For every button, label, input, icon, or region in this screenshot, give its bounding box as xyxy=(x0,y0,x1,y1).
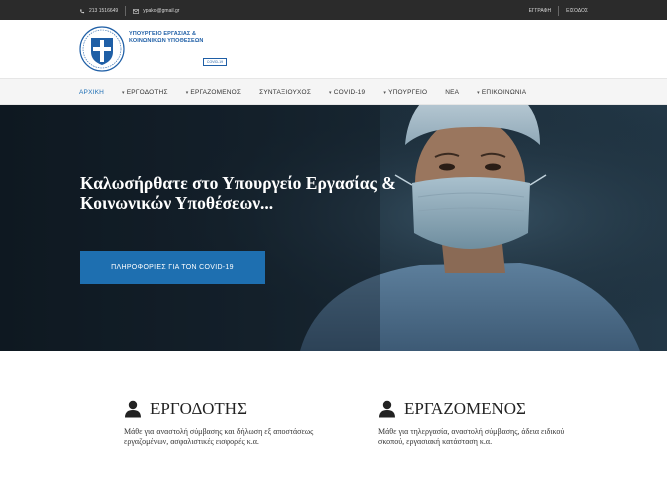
nav-item-covid[interactable]: ▾ COVID-19 xyxy=(329,89,365,96)
hero-title-line-1: Καλωσήρθατε στο Υπουργείο Εργασίας & xyxy=(80,173,396,193)
phone-icon xyxy=(80,8,85,13)
nav-item-home[interactable]: ΑΡΧΙΚΗ xyxy=(79,89,104,96)
nav-item-label: ΣΥΝΤΑΞΙΟΥΧΟΣ xyxy=(259,89,312,96)
dropdown-caret-icon: ▾ xyxy=(185,90,189,96)
nav-item-label: ΑΡΧΙΚΗ xyxy=(79,89,105,96)
feature-title[interactable]: ΕΡΓΑΖΟΜΕΝΟΣ xyxy=(378,399,588,419)
nav-item-label: ΝΕΑ xyxy=(445,89,460,96)
feature-description: Μάθε για αναστολή σύμβασης και δήλωση εξ… xyxy=(124,427,314,446)
main-navigation: ΑΡΧΙΚΗ ▾ ΕΡΓΟΔΟΤΗΣ ▾ ΕΡΓΑΖΟΜΕΝΟΣ ΣΥΝΤΑΞΙΟΥ… xyxy=(0,78,667,105)
nav-item-employee[interactable]: ▾ ΕΡΓΑΖΟΜΕΝΟΣ xyxy=(186,89,241,96)
greek-emblem-icon xyxy=(79,26,125,72)
feature-title-text: ΕΡΓΑΖΟΜΕΝΟΣ xyxy=(404,399,526,418)
user-icon xyxy=(379,400,395,418)
dropdown-caret-icon: ▾ xyxy=(122,90,125,96)
feature-title[interactable]: ΕΡΓΟΔΟΤΗΣ xyxy=(124,399,334,419)
divider xyxy=(558,6,560,16)
email-address[interactable]: ypako@gmail.gr xyxy=(143,8,179,14)
feature-employer[interactable]: ΕΡΓΟΔΟΤΗΣ Μάθε για αναστολή σύμβασης και… xyxy=(124,399,334,446)
login-link[interactable]: ΕΙΣΟΔΟΣ xyxy=(566,8,588,14)
nav-item-news[interactable]: ΝΕΑ xyxy=(445,89,459,96)
ministry-logo[interactable]: ΥΠΟΥΡΓΕΙΟ ΕΡΓΑΣΙΑΣ & ΚΟΙΝΩΝΙΚΩΝ ΥΠΟΘΕΣΕΩ… xyxy=(79,26,239,72)
dropdown-caret-icon: ▾ xyxy=(383,90,387,96)
envelope-icon xyxy=(133,8,140,14)
user-icon xyxy=(125,400,141,418)
nav-item-employer[interactable]: ▾ ΕΡΓΟΔΟΤΗΣ xyxy=(122,89,168,96)
hero-banner: Καλωσήρθατε στο Υπουργείο Εργασίας & Κοι… xyxy=(0,105,667,351)
nav-item-contact[interactable]: ▾ ΕΠΙΚΟΙΝΩΝΙΑ xyxy=(477,89,526,96)
top-bar: 213 1516649 ypako@gmail.gr ΕΓΓΡΑΦΗ ΕΙΣΟΔ… xyxy=(0,0,667,20)
dropdown-caret-icon: ▾ xyxy=(329,90,332,96)
email-contact[interactable]: ypako@gmail.gr xyxy=(133,8,179,14)
logo-line-1: ΥΠΟΥΡΓΕΙΟ ΕΡΓΑΣΙΑΣ & xyxy=(129,31,197,37)
feature-description: Μάθε για τηλεργασία, αναστολή σύμβασης, … xyxy=(378,427,565,446)
nav-item-label: COVID-19 xyxy=(333,89,366,96)
feature-employee[interactable]: ΕΡΓΑΖΟΜΕΝΟΣ Μάθε για τηλεργασία, αναστολ… xyxy=(378,399,588,446)
nav-item-label: ΕΡΓΟΔΟΤΗΣ xyxy=(126,89,168,96)
logo-tag: COVID-19 xyxy=(203,58,227,66)
hero-title-line-2: Κοινωνικών Υποθέσεων... xyxy=(80,193,274,213)
site-header: ΥΠΟΥΡΓΕΙΟ ΕΡΓΑΣΙΑΣ & ΚΟΙΝΩΝΙΚΩΝ ΥΠΟΘΕΣΕΩ… xyxy=(0,20,667,78)
features-section: ΕΡΓΟΔΟΤΗΣ Μάθε για αναστολή σύμβασης και… xyxy=(0,351,667,500)
covid-info-button[interactable]: ΠΛΗΡΟΦΟΡΙΕΣ ΓΙΑ ΤΟΝ COVID-19 xyxy=(80,251,265,284)
dropdown-caret-icon: ▾ xyxy=(477,90,480,96)
logo-line-2: ΚΟΙΝΩΝΙΚΩΝ ΥΠΟΘΕΣΕΩΝ xyxy=(129,38,204,44)
hero-nurse-image xyxy=(0,105,667,351)
phone-contact: 213 1516649 xyxy=(79,8,118,14)
register-link[interactable]: ΕΓΓΡΑΦΗ xyxy=(529,8,552,14)
account-links: ΕΓΓΡΑΦΗ ΕΙΣΟΔΟΣ xyxy=(529,6,588,16)
contact-info: 213 1516649 ypako@gmail.gr xyxy=(79,6,179,16)
divider xyxy=(125,6,127,16)
nav-item-pensioner[interactable]: ΣΥΝΤΑΞΙΟΥΧΟΣ xyxy=(259,89,311,96)
feature-title-text: ΕΡΓΟΔΟΤΗΣ xyxy=(150,399,247,418)
nav-item-ministry[interactable]: ▾ ΥΠΟΥΡΓΕΙΟ xyxy=(383,89,427,96)
nav-item-label: ΕΠΙΚΟΙΝΩΝΙΑ xyxy=(481,89,527,96)
logo-wordmark: ΥΠΟΥΡΓΕΙΟ ΕΡΓΑΣΙΑΣ & ΚΟΙΝΩΝΙΚΩΝ ΥΠΟΘΕΣΕΩ… xyxy=(129,31,203,72)
nav-item-label: ΥΠΟΥΡΓΕΙΟ xyxy=(388,89,428,96)
phone-number: 213 1516649 xyxy=(89,8,119,14)
nav-item-label: ΕΡΓΑΖΟΜΕΝΟΣ xyxy=(190,89,242,96)
hero-title: Καλωσήρθατε στο Υπουργείο Εργασίας & Κοι… xyxy=(80,173,480,213)
nav-list: ΑΡΧΙΚΗ ▾ ΕΡΓΟΔΟΤΗΣ ▾ ΕΡΓΑΖΟΜΕΝΟΣ ΣΥΝΤΑΞΙΟΥ… xyxy=(79,79,544,106)
